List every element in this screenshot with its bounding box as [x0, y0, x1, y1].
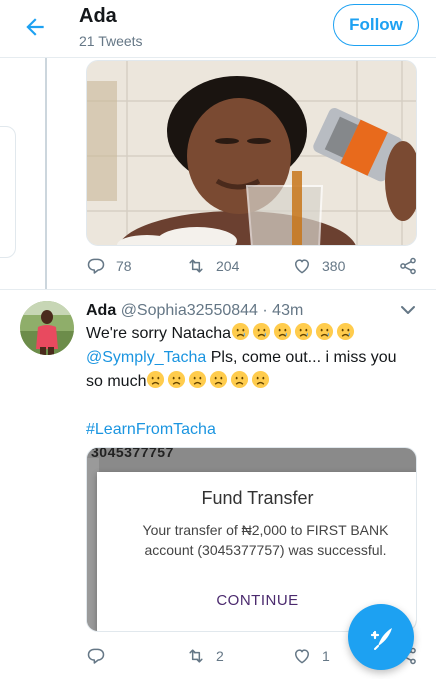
crying-face-emoji-icon [336, 322, 355, 341]
hashtag-link[interactable]: #LearnFromTacha [86, 421, 216, 438]
profile-header: Ada 21 Tweets Follow [0, 0, 436, 58]
mention-link[interactable]: @Symply_Tacha [86, 349, 206, 366]
chevron-down-icon[interactable] [398, 303, 418, 317]
tweet-line-1: We're sorry Natacha [86, 322, 416, 346]
crying-face-emoji-icon [315, 322, 334, 341]
tweet-line-3-text: so much [86, 373, 147, 390]
retweet-icon [189, 649, 203, 663]
photo-image [87, 61, 416, 245]
like-count: 1 [322, 648, 330, 664]
tweet-line-3: so much [86, 370, 416, 394]
like-count: 380 [322, 258, 346, 274]
thread-connector-line [45, 58, 47, 290]
reply-action[interactable]: 78 [86, 256, 132, 276]
tweet1-actions: 78 204 380 [86, 256, 422, 280]
frowning-face-emoji-icon [189, 370, 207, 389]
compose-tweet-icon [370, 628, 392, 650]
tweet-line-1-text: We're sorry Natacha [86, 325, 232, 342]
background-account-number: 3045377757 [91, 447, 174, 460]
like-action[interactable]: 380 [292, 256, 345, 276]
frowning-face-emoji-icon [168, 370, 186, 389]
retweet-icon [189, 259, 203, 273]
dialog-message: Your transfer of ₦2,000 to FIRST BANK ac… [142, 522, 389, 558]
crying-face-emoji-icon [294, 322, 313, 341]
retweet-action[interactable]: 2 [186, 646, 224, 666]
tweet-photo[interactable] [86, 60, 417, 246]
share-icon [400, 257, 416, 275]
frowning-face-emoji-icon [231, 370, 249, 389]
follow-button[interactable]: Follow [333, 4, 419, 46]
tweet-line-5: #LearnFromTacha [86, 418, 416, 442]
compose-tweet-button[interactable] [348, 604, 414, 670]
tweet-time[interactable]: 43m [272, 302, 303, 319]
heart-icon [295, 649, 309, 664]
author-handle[interactable]: @Sophia32550844 [121, 302, 258, 319]
reply-icon [87, 648, 105, 664]
author-name[interactable]: Ada [86, 302, 116, 319]
share-action[interactable] [398, 256, 418, 276]
frowning-face-emoji-icon [147, 370, 165, 389]
avatar[interactable] [20, 301, 74, 355]
tweet-line-2: @Symply_Tacha Pls, come out... i miss yo… [86, 346, 416, 370]
crying-face-emoji-icon [273, 322, 292, 341]
frowning-emojis [146, 370, 272, 390]
reply-icon [87, 258, 105, 274]
crying-face-emoji-icon [231, 322, 250, 341]
crying-face-emoji-icon [252, 322, 271, 341]
retweet-count: 2 [216, 648, 224, 664]
avatar-image [20, 301, 74, 355]
like-action[interactable]: 1 [292, 646, 330, 666]
retweet-count: 204 [216, 258, 240, 274]
side-panel-edge [0, 126, 16, 258]
time-separator: · [262, 302, 268, 319]
retweet-action[interactable]: 204 [186, 256, 239, 276]
tweet-header: Ada @Sophia32550844 · 43m [86, 302, 303, 320]
tweet-screenshot-image[interactable]: 3045377757 Fund Transfer Your transfer o… [86, 447, 417, 632]
tweet-divider [0, 289, 436, 290]
dialog-title: Fund Transfer [201, 488, 314, 508]
tweet-text: We're sorry Natacha @Symply_Tacha Pls, c… [86, 322, 416, 442]
frowning-face-emoji-icon [252, 370, 270, 389]
tweet-line-2-text: Pls, come out... i miss you [206, 349, 397, 366]
tweet-count: 21 Tweets [79, 33, 143, 49]
frowning-face-emoji-icon [210, 370, 228, 389]
profile-name: Ada [79, 5, 117, 27]
reply-count: 78 [116, 258, 132, 274]
reply-action[interactable] [86, 646, 116, 666]
arrow-left-icon[interactable] [22, 14, 48, 40]
heart-icon [295, 259, 309, 274]
crying-emojis [231, 322, 357, 342]
